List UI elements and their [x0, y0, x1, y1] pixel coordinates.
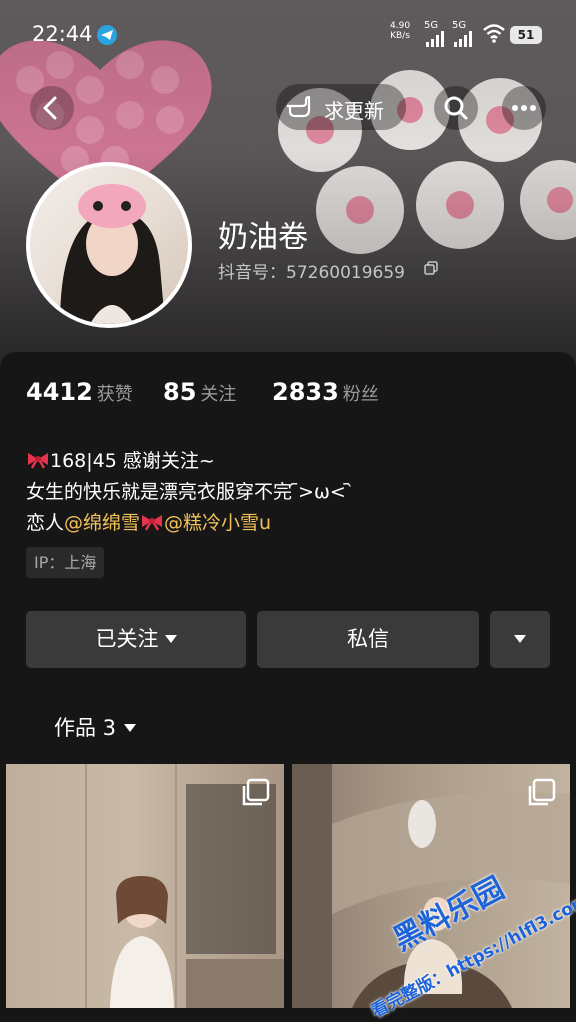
battery-indicator: 51 — [510, 26, 542, 44]
net-speed: 4.90 KB/s — [390, 21, 410, 41]
bio-line-2: 女生的快乐就是漂亮衣服穿不完 ᷇>ω< ᷆ — [26, 481, 352, 503]
bio-line-3: 恋人@绵绵雪 @糕冷小雪u — [26, 508, 352, 539]
back-button[interactable] — [30, 86, 74, 130]
multi-image-icon — [242, 778, 270, 806]
ribbon-icon — [142, 515, 163, 531]
mention-link-2[interactable]: @糕冷小雪u — [164, 512, 271, 534]
mention-link-1[interactable]: @绵绵雪 — [64, 512, 140, 534]
search-icon — [444, 96, 468, 120]
stat-followers-label: 粉丝 — [342, 384, 379, 405]
search-button[interactable] — [434, 86, 478, 130]
avatar[interactable] — [26, 162, 192, 328]
bio-line-1: 168|45 感谢关注~ — [26, 446, 352, 477]
net-speed-unit: KB/s — [390, 31, 410, 41]
status-time: 22:44 — [32, 22, 93, 46]
bio-line-3-prefix: 恋人 — [26, 512, 65, 534]
stat-following[interactable]: 85 关注 — [163, 378, 236, 406]
message-label: 私信 — [347, 627, 389, 651]
tab-works[interactable]: 作品 3 — [54, 712, 137, 742]
tab-works-label: 作品 3 — [54, 716, 117, 740]
video-thumbnail[interactable] — [6, 764, 284, 1008]
stat-likes-value: 4412 — [26, 378, 93, 406]
request-update-button[interactable]: 求更新 — [276, 84, 406, 130]
avatar-photo — [30, 166, 188, 324]
stat-likes-label: 获赞 — [96, 384, 133, 405]
ribbon-icon — [28, 453, 48, 469]
signal-bars-icon — [426, 31, 444, 47]
ip-location-tag: IP：上海 — [26, 547, 105, 578]
followed-label: 已关注 — [95, 627, 159, 651]
stat-followers-value: 2833 — [272, 378, 339, 406]
message-button[interactable]: 私信 — [257, 611, 479, 668]
stat-following-value: 85 — [163, 378, 197, 406]
stat-following-label: 关注 — [200, 384, 237, 405]
profile-bio: 168|45 感谢关注~ 女生的快乐就是漂亮衣服穿不完 ᷇>ω< ᷆ 恋人@绵绵… — [26, 446, 352, 539]
copy-icon[interactable] — [424, 261, 438, 275]
net-speed-value: 4.90 — [390, 21, 411, 31]
stat-followers[interactable]: 2833 粉丝 — [272, 378, 379, 406]
telegram-icon — [97, 25, 117, 45]
back-icon — [43, 96, 57, 120]
video-thumbnail[interactable] — [292, 764, 570, 1008]
hand-point-icon — [287, 95, 311, 118]
followed-button[interactable]: 已关注 — [26, 611, 246, 668]
stat-likes[interactable]: 4412 获赞 — [26, 378, 133, 406]
signal-bars-icon — [454, 31, 472, 47]
caret-down-icon — [514, 635, 526, 643]
wifi-icon — [483, 24, 505, 43]
douyin-id: 抖音号：57260019659 — [218, 263, 405, 283]
status-bar: 22:44 4.90 KB/s 5G 5G 51 — [0, 18, 576, 52]
caret-down-icon — [164, 635, 177, 643]
bio-line-1-text: 168|45 感谢关注~ — [50, 450, 215, 472]
more-icon — [512, 105, 536, 111]
more-button[interactable] — [502, 86, 546, 130]
avatar-portrait-image — [60, 184, 165, 324]
multi-image-icon — [528, 778, 556, 806]
more-actions-dropdown[interactable] — [490, 611, 550, 668]
caret-down-icon — [124, 724, 137, 732]
request-update-label: 求更新 — [324, 99, 384, 123]
profile-nickname: 奶油卷 — [218, 220, 308, 255]
